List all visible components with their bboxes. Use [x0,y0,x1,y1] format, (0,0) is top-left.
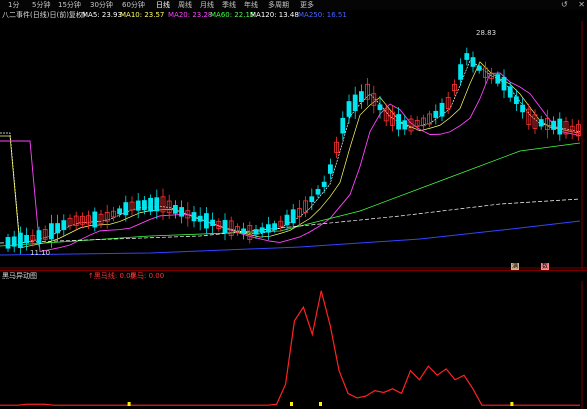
candle-body [11,236,17,247]
tab-week[interactable]: 周线 [178,0,192,10]
ma250-value: MA250: 16.51 [298,11,347,19]
candle-body [172,205,178,214]
candle-body [458,64,464,80]
indicator-signal-mark [510,402,514,406]
candle-body [17,232,23,248]
candle-body [210,219,216,227]
candle-body [358,91,364,102]
indicator-line1-label: ↑黑马线: 0.00 [88,272,136,280]
candle-body [284,214,290,226]
close-icon[interactable]: ✕ [578,0,585,9]
candle-body [507,86,513,98]
candle-body [197,215,203,222]
indicator-title-bar: 黑马异动图 ↑黑马线: 0.00 黑马: 0.00 [0,271,587,281]
period-tab-bar: 1分 5分钟 15分钟 30分钟 60分钟 日线 周线 月线 季线 年线 多周期… [0,0,587,10]
candle-body [123,202,129,216]
indicator-line2-label: 黑马: 0.00 [130,272,165,280]
ma20-value: MA20: 23.28 [168,11,213,19]
candle-body [36,230,42,244]
candle-body [179,207,185,217]
tab-1min[interactable]: 1分 [8,0,19,10]
candle-body [352,94,358,112]
candle-body [495,74,501,84]
candle-body [49,223,54,240]
candle-body [148,197,154,212]
candle-body [321,181,327,187]
candle-body [191,212,197,222]
chart-title: 八二事件(日线)日(前)复权) [2,11,86,19]
candle-body [92,211,98,228]
tab-year[interactable]: 年线 [244,0,258,10]
candle-body [55,223,60,234]
candle-body [241,228,247,234]
candle-body [433,110,439,118]
candle-body [141,200,147,211]
candle-body [464,53,470,60]
candle-body [272,223,278,231]
indicator-signal-mark [127,402,131,406]
candlestick-chart[interactable] [0,21,587,269]
candle-body [259,227,265,233]
candle-body [377,104,383,111]
candle-body [117,208,122,215]
ma10-line [0,61,581,249]
candle-body [538,119,544,127]
candle-body [315,188,321,195]
tab-multi-period[interactable]: 多周期 [268,0,289,10]
tab-60min[interactable]: 60分钟 [122,0,145,10]
high-price-label: 28.83 [476,29,497,37]
candle-body [265,224,271,233]
ma5-value: MA5: 23.93 [82,11,122,19]
candle-body [290,209,296,224]
candle-body [253,229,259,235]
candle-body [327,164,333,174]
tab-quarter[interactable]: 季线 [222,0,236,10]
candle-body [154,197,160,212]
indicator-chart[interactable] [0,281,587,409]
tab-30min[interactable]: 30分钟 [90,0,113,10]
candle-body [520,104,525,113]
tab-day[interactable]: 日线 [156,0,170,10]
ma-info-bar: 八二事件(日线)日(前)复权) MA5: 23.93 MA10: 23.57 M… [0,10,587,21]
candle-body [222,220,228,234]
candle-body [5,237,11,249]
candle-body [396,114,402,130]
indicator-name[interactable]: 黑马异动图 [2,271,37,281]
candle-body [514,96,519,104]
low-price-label: 11.10 [30,249,51,257]
tab-month[interactable]: 月线 [200,0,214,10]
candle-body [439,102,445,117]
refresh-icon[interactable]: ↺ [561,0,568,9]
candle-body [551,120,556,130]
candle-body [135,200,141,211]
tab-5min[interactable]: 5分钟 [32,0,50,10]
candle-body [61,220,67,231]
candle-body [346,101,352,117]
candle-body [557,118,563,135]
candle-body [309,196,315,203]
candle-body [24,234,30,244]
indicator-signal-mark [319,402,322,406]
candle-body [203,213,209,229]
ma120-value: MA120: 13.48 [250,11,299,19]
tab-15min[interactable]: 15分钟 [58,0,81,10]
candle-body [470,57,476,67]
ma20-line [0,72,581,253]
candle-body [501,76,507,91]
ma10-value: MA10: 23.57 [120,11,165,19]
indicator-signal-mark [290,402,293,406]
candle-body [402,120,408,130]
candle-body [476,65,482,71]
candle-body [340,117,346,134]
tab-more[interactable]: 更多 [300,0,314,10]
ma60-value: MA60: 22.15 [210,11,255,19]
